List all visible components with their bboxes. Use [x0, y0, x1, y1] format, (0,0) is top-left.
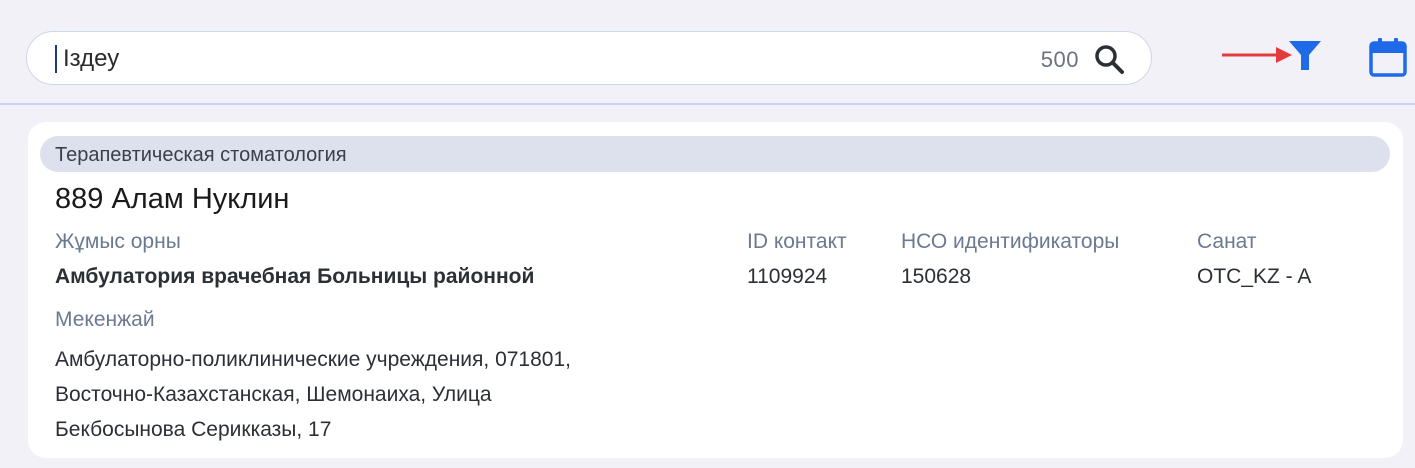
address-line: Бекбосынова Серикказы, 17	[55, 418, 332, 441]
result-count: 500	[1040, 47, 1079, 72]
contact-name: 889 Алам Нуклин	[55, 183, 290, 215]
address-value: Амбулаторно-поликлинические учреждения, …	[55, 342, 571, 447]
workplace-value: Амбулатория врачебная Больницы районной	[55, 265, 535, 288]
contact-id-label: ID контакт	[747, 230, 847, 253]
workplace-label: Жұмыс орны	[55, 230, 181, 253]
search-input-text: Іздеу	[63, 45, 120, 72]
text-cursor	[55, 45, 57, 73]
search-input[interactable]: Іздеу 500	[26, 31, 1152, 85]
contact-id-value: 1109924	[747, 265, 828, 288]
top-bar: Іздеу 500	[0, 0, 1415, 104]
address-label: Мекенжай	[55, 308, 155, 331]
address-line: Амбулаторно-поликлинические учреждения, …	[55, 348, 571, 371]
contact-card[interactable]: Терапевтическая стоматология 889 Алам Ну…	[28, 122, 1403, 458]
segment-label: Санат	[1197, 230, 1257, 253]
hco-id-value: 150628	[901, 265, 972, 288]
search-icon[interactable]	[1093, 43, 1125, 75]
category-badge: Терапевтическая стоматология	[40, 136, 1390, 172]
calendar-icon[interactable]	[1369, 37, 1407, 77]
hco-id-label: НСО идентификаторы	[901, 230, 1120, 253]
header-divider	[0, 103, 1415, 105]
filter-icon[interactable]	[1288, 40, 1322, 72]
category-badge-text: Терапевтическая стоматология	[55, 144, 347, 166]
red-arrow-annotation	[1222, 47, 1292, 63]
address-line: Восточно-Казахстанская, Шемонаиха, Улица	[55, 383, 492, 406]
segment-value: OTC_KZ - A	[1197, 265, 1312, 288]
